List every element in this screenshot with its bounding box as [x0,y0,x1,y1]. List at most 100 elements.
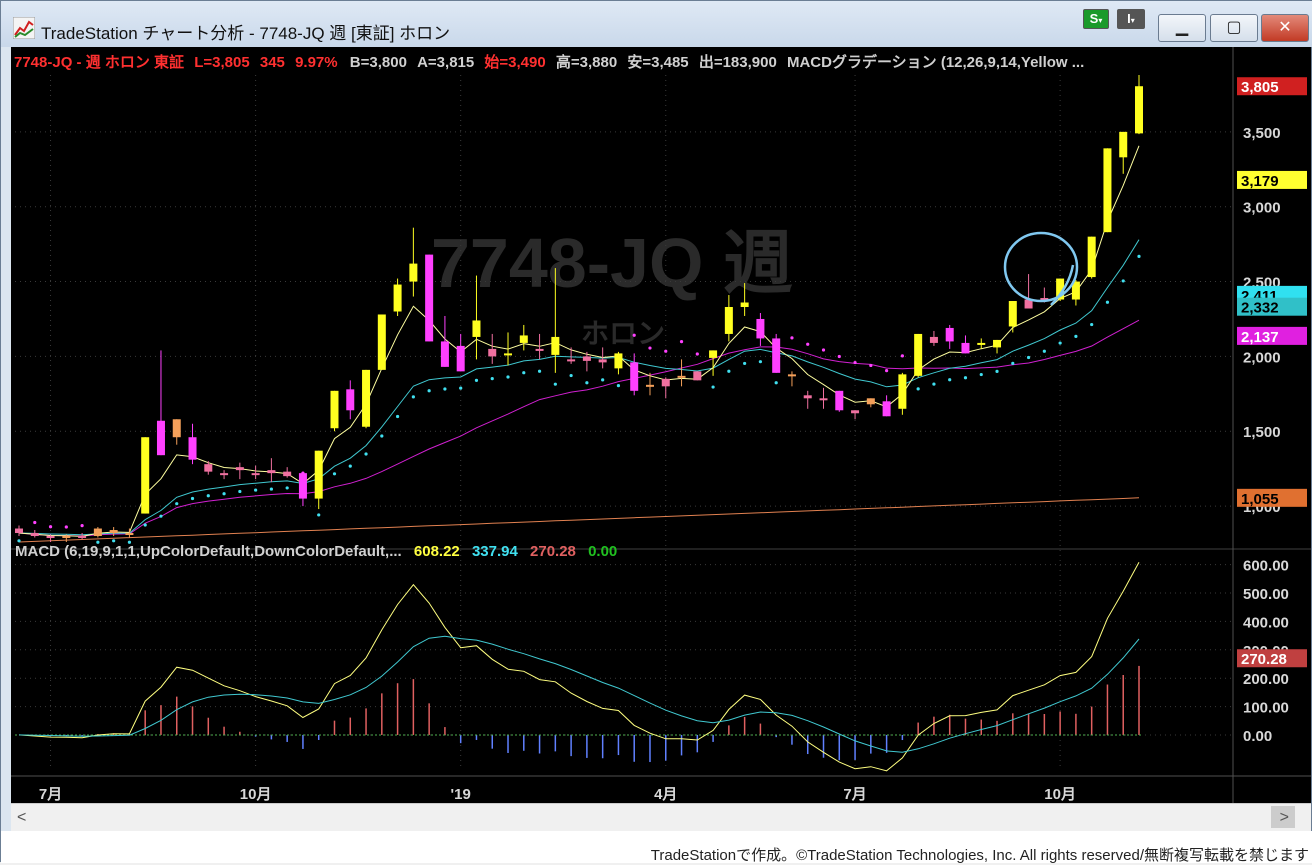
status-button-i[interactable]: I▾ [1117,9,1145,29]
sar-dot [806,342,810,346]
symbol-label: 7748-JQ - 週 ホロン 東証 [14,54,185,71]
macd-tick-label: 600.00 [1243,558,1289,575]
price-chart[interactable]: 7748-JQ 週ホロン3,5003,0002,5002,0001,5001,0… [11,47,1311,803]
close-button[interactable]: ✕ [1261,14,1309,42]
candle-body [188,437,197,460]
macd-label: MACD (6,19,9,1,1,UpColorDefault,DownColo… [15,543,402,560]
sar-dot [238,489,242,494]
candle-body [866,398,875,405]
change-value: 345 [259,54,285,71]
macd-line [18,562,1140,772]
sar-dot [175,502,179,506]
horizontal-scrollbar[interactable]: < > [11,803,1311,831]
sar-dot [1074,334,1078,338]
maximize-icon: ▢ [1226,19,1242,36]
hist-value: 270.28 [530,543,576,560]
candle-body [693,371,702,381]
ma-long-line [18,497,1140,543]
sar-dot [569,373,573,378]
candle-body [882,401,891,417]
candle-body [377,314,386,370]
candle-body [93,528,102,537]
ma-fast-line [18,145,1140,537]
sar-dot [506,375,510,379]
candle-body [346,389,355,411]
minimize-button[interactable]: ▁ [1158,14,1206,42]
candle-body [1135,86,1143,134]
sar-dot [853,360,857,365]
macd-tick-label: 200.00 [1243,671,1289,688]
volume: 出=183,900 [698,54,777,71]
candle-body [835,390,844,411]
sar-dot [80,524,84,528]
sar-dot [190,496,195,501]
macd-header: MACD (6,19,9,1,1,UpColorDefault,DownColo… [15,543,617,560]
candle-body [598,359,607,363]
price-tick-label: 3,000 [1243,200,1281,217]
sar-dot [900,354,904,358]
watermark-name: ホロン [581,318,665,349]
sar-dot [869,363,873,368]
sar-dot [254,488,258,492]
sar-dot [963,376,968,380]
time-tick-label: '19 [451,786,471,803]
title-bar[interactable]: TradeStation チャート分析 - 7748-JQ 週 [東証] ホロン… [1,1,1312,47]
sar-dot [932,382,936,386]
annotation-circle [1003,231,1079,303]
price-marker-label: 3,805 [1241,79,1279,96]
sar-dot [348,464,352,468]
sar-dot [916,387,920,391]
sar-dot [222,492,226,496]
candle-body [109,530,118,534]
dropdown-icon: ▾ [1130,16,1135,25]
sar-dot [411,395,415,399]
chevron-right-icon[interactable]: > [1280,809,1289,827]
sar-dot [269,487,273,491]
sar-dot [285,486,289,490]
candle-body [645,384,654,387]
status-button-s[interactable]: S▾ [1083,9,1109,29]
time-tick-label: 7月 [843,786,866,803]
maximize-button[interactable]: ▢ [1210,14,1258,42]
chart-app-icon [13,17,35,39]
macd-tick-label: 500.00 [1243,586,1289,603]
sar-dot [585,381,589,385]
candle-body [125,533,134,536]
chart-window: TradeStation チャート分析 - 7748-JQ 週 [東証] ホロン… [0,0,1312,864]
sar-dot [695,352,699,356]
candle-body [46,536,55,539]
zero-value: 0.00 [588,543,618,560]
sar-dot [1042,349,1046,353]
candle-body [409,263,418,282]
candle-body [851,410,860,414]
price-marker-label: 1,055 [1241,491,1279,508]
candle-body [945,327,954,342]
sar-dot [206,494,210,498]
sar-dot [885,369,889,373]
candle-body [235,467,244,471]
sar-dot [632,333,636,337]
candle-body [488,348,497,357]
candle-body [204,464,213,472]
sar-dot [317,513,321,517]
chevron-left-icon[interactable]: < [17,809,26,827]
time-tick-label: 10月 [240,786,272,803]
candle-body [314,450,323,499]
time-tick-label: 10月 [1044,786,1076,803]
sar-dot [522,371,526,375]
candle-body [535,348,544,351]
candle-body [724,307,733,334]
sar-dot [537,369,542,373]
macd-marker-label: 270.28 [1241,651,1287,668]
chart-area[interactable]: 7748-JQ 週ホロン 3,500 3,000 2,500 2,000 1,500 1,0… [11,47,1311,803]
sar-dot [17,539,21,543]
sar-dot [774,381,778,385]
sar-dot [790,336,794,340]
sar-dot [474,378,479,382]
sar-dot [1026,355,1031,360]
sar-dot [1137,254,1141,258]
candle-body [298,473,307,499]
candle-body [220,473,229,476]
sar-dot [1121,279,1125,283]
sar-dot [395,414,400,419]
